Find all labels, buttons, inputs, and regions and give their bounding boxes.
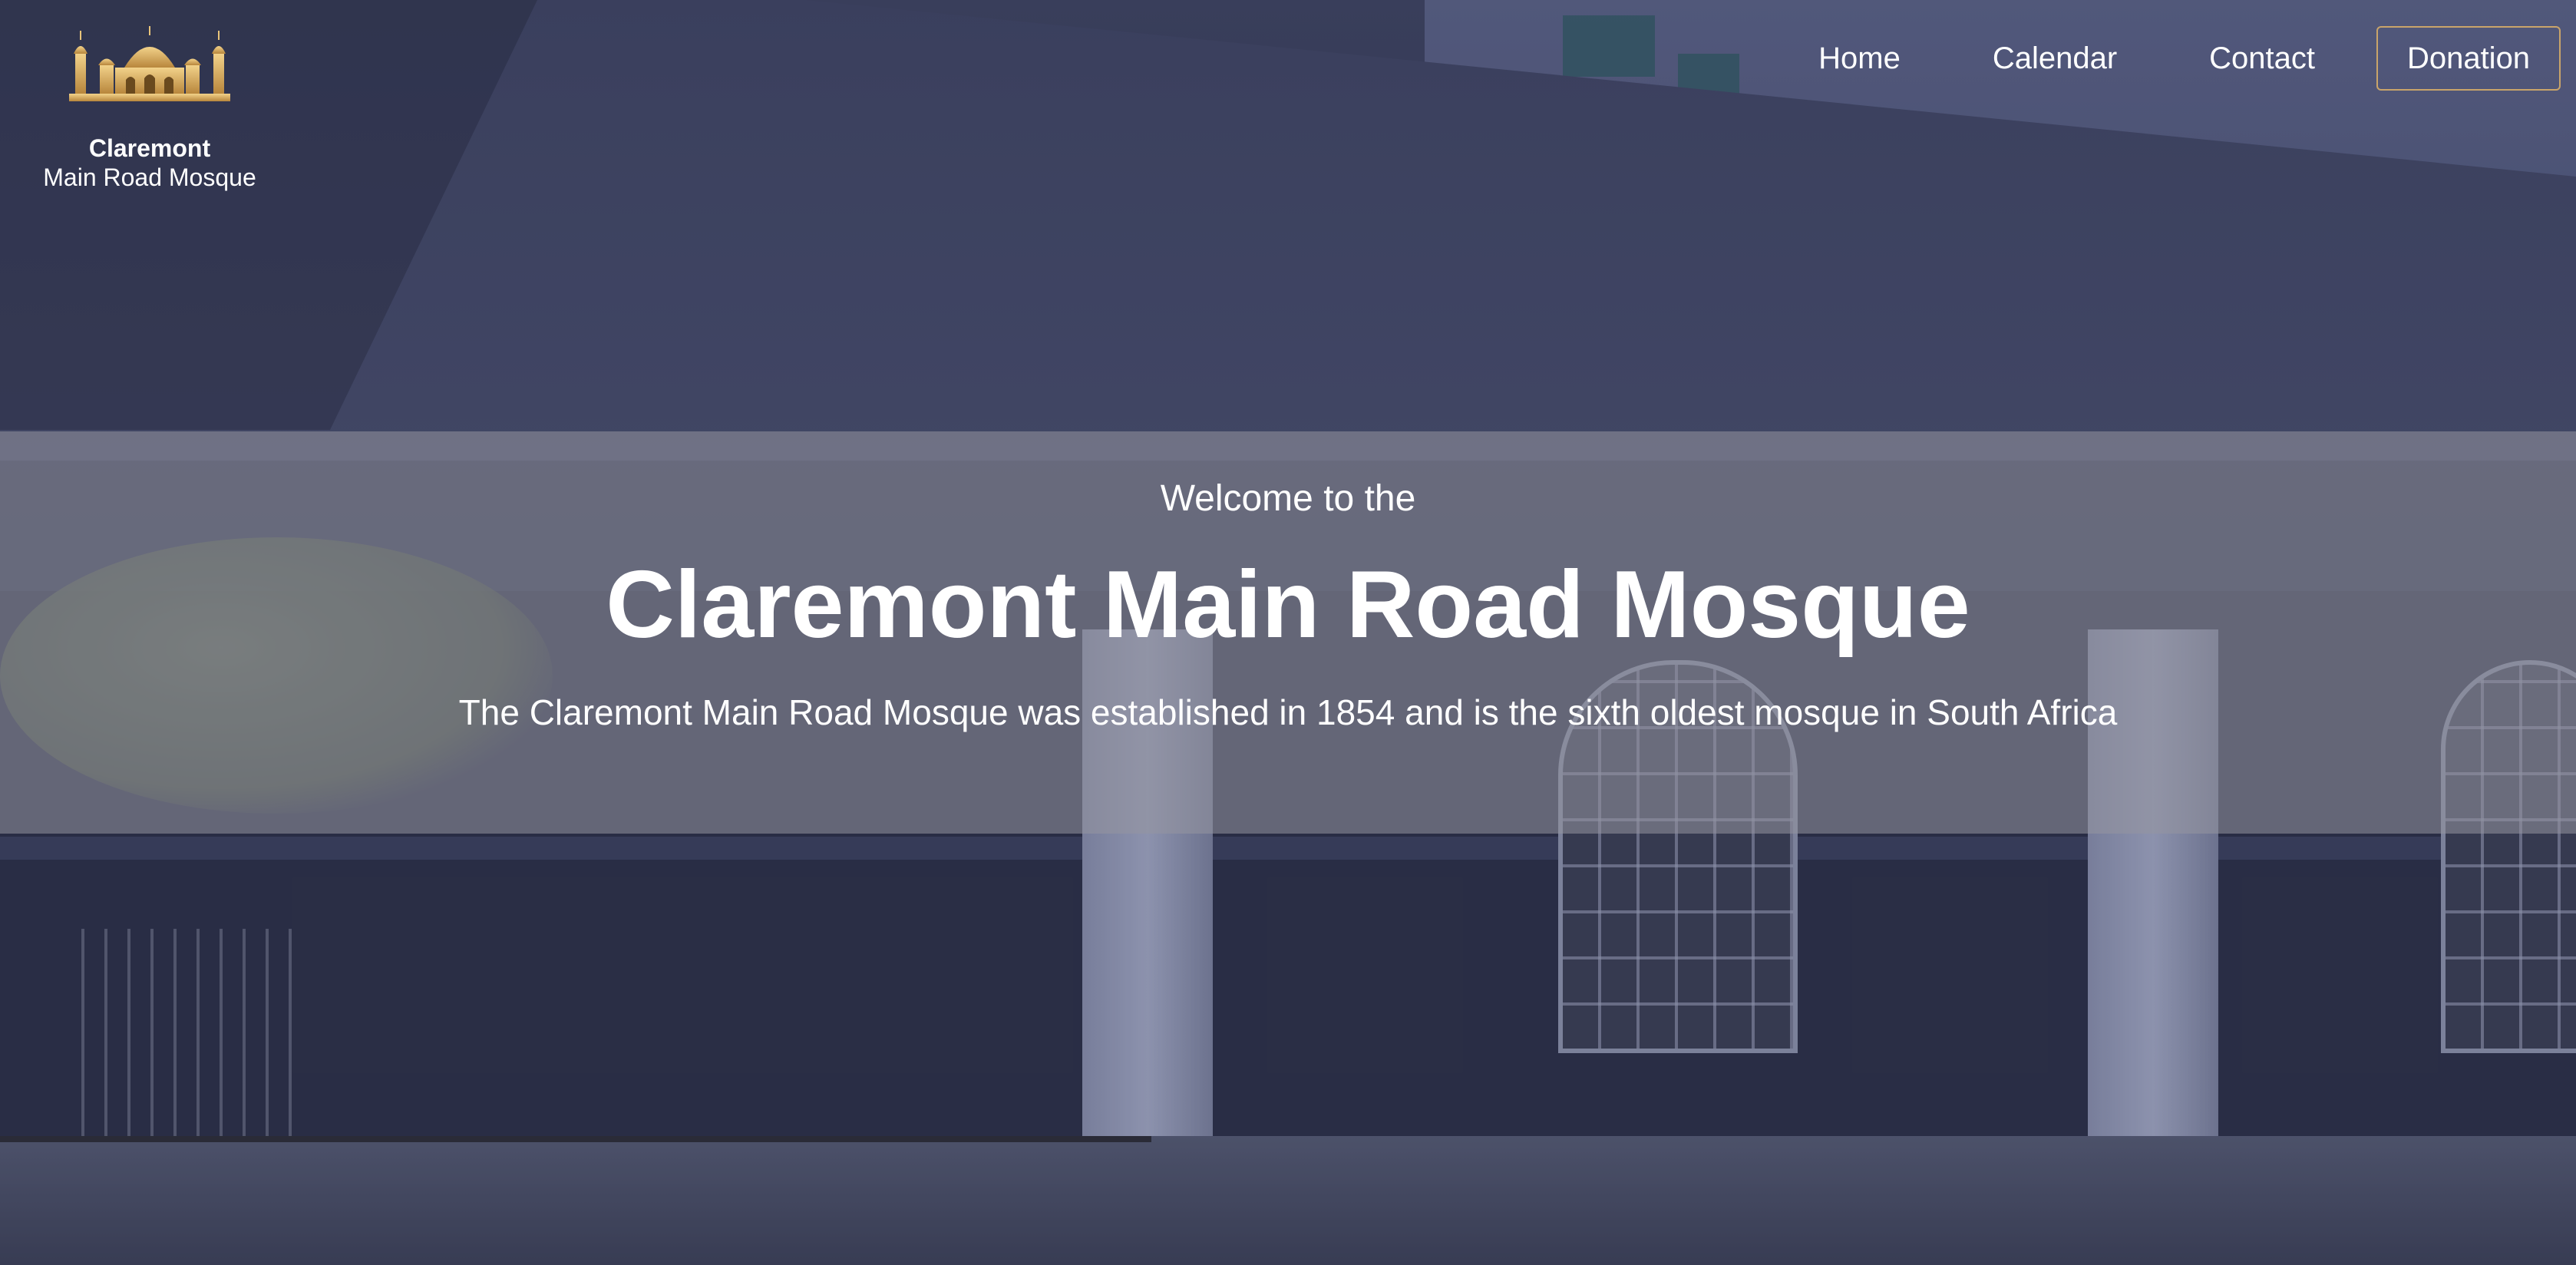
logo-name: Claremont [88,134,211,162]
main-nav: Home Calendar Contact Donation [1818,26,2561,91]
nav-contact-link[interactable]: Contact [2209,28,2315,89]
nav-home-link[interactable]: Home [1818,28,1901,89]
welcome-banner: Welcome to the Claremont Main Road Mosqu… [0,431,2576,834]
logo-subtitle: Main Road Mosque [43,163,256,191]
donation-button[interactable]: Donation [2376,26,2561,91]
hero-description: The Claremont Main Road Mosque was estab… [458,692,2118,732]
nav-calendar-link[interactable]: Calendar [1993,28,2117,89]
site-logo[interactable]: Claremont Main Road Mosque [31,23,269,192]
welcome-text: Welcome to the [1160,478,1416,519]
mosque-icon [69,26,230,101]
hero-section: Claremont Main Road Mosque Home Calendar… [0,0,2576,1265]
page-title: Claremont Main Road Mosque [606,552,1970,658]
